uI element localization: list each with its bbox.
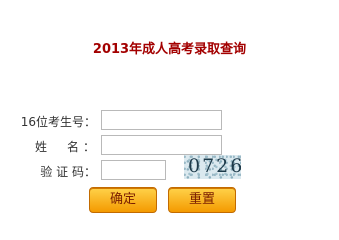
exam-number-row: 16位考生号： — [0, 110, 339, 132]
captcha-image[interactable]: 0726 — [184, 155, 241, 179]
name-label: 姓 名： — [34, 140, 99, 154]
captcha-row: 验 证 码： 0726 — [0, 155, 339, 182]
submit-button[interactable]: 确定 — [89, 187, 157, 213]
exam-number-input[interactable] — [101, 110, 222, 130]
captcha-input[interactable] — [101, 160, 166, 180]
captcha-code: 0726 — [188, 155, 241, 177]
name-row: 姓 名： — [0, 135, 339, 157]
captcha-label: 验 证 码： — [40, 165, 96, 179]
exam-number-label: 16位考生号： — [20, 115, 96, 129]
reset-button[interactable]: 重置 — [168, 187, 236, 213]
query-page: 2013年成人高考录取查询 16位考生号： 姓 名： 验 证 码： 0726 确… — [0, 0, 339, 234]
name-input[interactable] — [101, 135, 222, 155]
page-title: 2013年成人高考录取查询 — [92, 42, 247, 57]
